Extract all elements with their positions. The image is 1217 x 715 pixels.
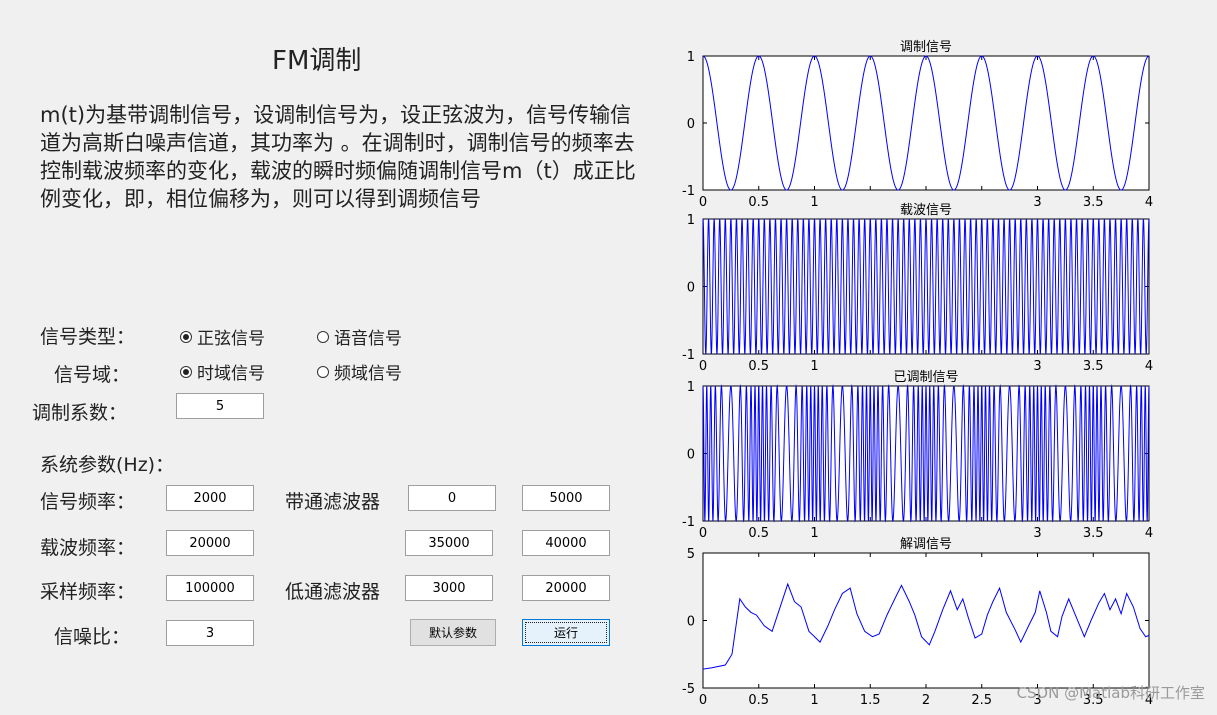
axes-frame <box>702 552 1150 689</box>
x-tick-label: 3 <box>1033 526 1041 541</box>
bandpass-high1-input[interactable] <box>522 485 610 511</box>
radio-unselected-icon <box>317 365 329 378</box>
x-tick-label: 0.5 <box>748 359 769 374</box>
radio-voice-label: 语音信号 <box>334 329 402 349</box>
subplot-3: -1 0 1 0 0.5 1 3 3.5 4 已调制信号 <box>682 370 1153 541</box>
x-tick-label: 0.5 <box>748 693 769 708</box>
radio-sine[interactable]: 正弦信号 <box>180 324 265 349</box>
y-tick-label: 0 <box>687 448 695 463</box>
lowpass-label: 低通滤波器 <box>285 581 381 603</box>
x-tick-label: 0 <box>699 693 707 708</box>
description-text: m(t)为基带调制信号，设调制信号为，设正弦波为，信号传输信道为高斯白噪声信道，… <box>40 103 636 211</box>
x-tick-label: 4 <box>1145 359 1153 374</box>
y-tick-label: -1 <box>682 184 695 199</box>
x-tick-label: 4 <box>1145 526 1153 541</box>
radio-selected-icon <box>180 330 192 343</box>
carrier-freq-input[interactable] <box>166 530 254 556</box>
signal-freq-input[interactable] <box>166 485 254 511</box>
sample-freq-input[interactable] <box>166 575 254 601</box>
x-tick-label: 3.5 <box>1083 526 1104 541</box>
y-tick-label: 1 <box>687 213 695 228</box>
plots-svg: -1010 0.5 1 3 3.5 4调制信号-1010 0.5 1 3 3.5 4载波信号-101… <box>682 40 1153 708</box>
bandpass-label: 带通滤波器 <box>285 491 381 513</box>
lowpass-high-input[interactable] <box>522 575 610 601</box>
y-tick-label: -1 <box>682 515 695 530</box>
y-tick-label: 0 <box>687 615 695 630</box>
snr-label: 信噪比： <box>54 626 131 648</box>
x-tick-label: 1 <box>810 195 818 210</box>
y-tick-label: 0 <box>687 281 695 296</box>
signal-type-label: 信号类型： <box>40 326 136 348</box>
x-tick-label: 1.5 <box>860 693 881 708</box>
x-tick-label: 3 <box>1033 195 1041 210</box>
x-tick-label: 0 <box>699 526 707 541</box>
subplot-1: -1 0 1 0 0.5 1 3 3.5 4 调制信号 <box>682 40 1153 210</box>
subplot-title: 载波信号 <box>900 203 952 218</box>
signal-freq-label: 信号频率： <box>40 491 136 513</box>
x-tick-label: 3.5 <box>1083 195 1104 210</box>
y-tick-label: 5 <box>687 547 695 562</box>
radio-time-label: 时域信号 <box>197 364 265 384</box>
y-tick-label: -5 <box>682 682 695 697</box>
radio-selected-icon <box>180 365 192 378</box>
sys-params-label: 系统参数(Hz)： <box>40 454 175 476</box>
mod-index-input[interactable] <box>176 393 264 419</box>
subplot-2: -1 0 1 0 0.5 1 3 3.5 4 载波信号 <box>682 203 1153 374</box>
subplot-title: 解调信号 <box>900 537 952 552</box>
y-tick-label: -1 <box>682 348 695 363</box>
mod-index-label: 调制系数： <box>32 402 128 424</box>
page-title: FM调制 <box>272 46 362 76</box>
lowpass-low-input[interactable] <box>405 575 493 601</box>
x-tick-label: 3 <box>1033 359 1041 374</box>
x-tick-label: 0.5 <box>748 526 769 541</box>
x-tick-label: 2.5 <box>971 693 992 708</box>
radio-time-domain[interactable]: 时域信号 <box>180 359 265 384</box>
radio-freq-label: 频域信号 <box>334 364 402 384</box>
subplot-title: 已调制信号 <box>893 370 958 385</box>
axes-frame <box>702 55 1150 191</box>
radio-freq-domain[interactable]: 频域信号 <box>317 359 402 384</box>
x-tick-label: 1 <box>810 526 818 541</box>
y-tick-label: 0 <box>687 117 695 132</box>
sample-freq-label: 采样频率： <box>40 581 136 603</box>
x-tick-label: 1 <box>810 693 818 708</box>
x-tick-label: 3.5 <box>1083 359 1104 374</box>
signal-domain-label: 信号域： <box>54 364 131 386</box>
y-tick-label: 1 <box>687 50 695 65</box>
bandpass-low2-input[interactable] <box>405 530 493 556</box>
subplot-title: 调制信号 <box>900 40 952 55</box>
radio-sine-label: 正弦信号 <box>197 329 265 349</box>
watermark: CSDN @Matlab科研工作室 <box>1016 684 1205 702</box>
x-tick-label: 0 <box>699 195 707 210</box>
carrier-freq-label: 载波频率： <box>40 537 136 559</box>
bandpass-high2-input[interactable] <box>522 530 610 556</box>
default-params-button[interactable]: 默认参数 <box>410 619 496 646</box>
bandpass-low1-input[interactable] <box>408 485 496 511</box>
x-tick-label: 2 <box>922 693 930 708</box>
x-tick-label: 0 <box>699 359 707 374</box>
axes-frame <box>702 218 1150 355</box>
radio-voice[interactable]: 语音信号 <box>317 324 402 349</box>
run-button[interactable]: 运行 <box>522 619 610 646</box>
x-tick-label: 1 <box>810 359 818 374</box>
x-tick-label: 0.5 <box>748 195 769 210</box>
plots-area: -1 0 1 0 0.5 1 3 3.5 4 调制信号 -1 0 1 0 0.5 1 3 3.5 4 载波信号 -1 0 1… <box>660 28 1180 711</box>
radio-unselected-icon <box>317 330 329 343</box>
x-tick-label: 4 <box>1145 195 1153 210</box>
y-tick-label: 1 <box>687 380 695 395</box>
snr-input[interactable] <box>166 620 254 646</box>
